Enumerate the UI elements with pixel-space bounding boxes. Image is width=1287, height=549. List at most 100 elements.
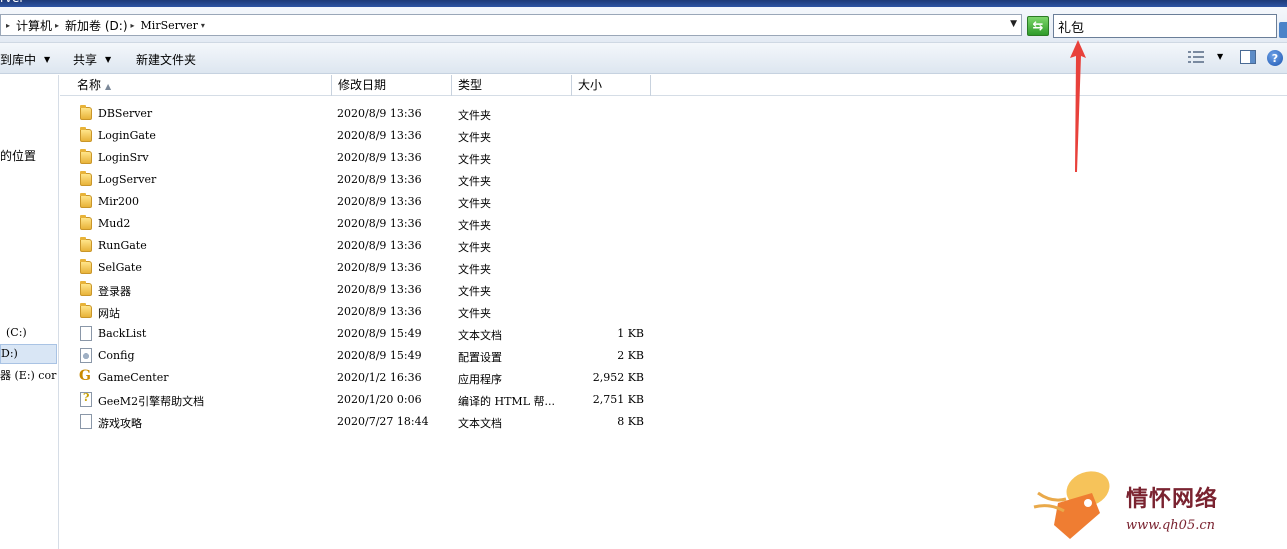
window-title-bar: rver xyxy=(0,0,1287,7)
file-type: 配置设置 xyxy=(458,351,502,364)
file-type: 应用程序 xyxy=(458,373,502,386)
file-type: 文件夹 xyxy=(458,175,491,188)
chevron-down-icon: ▼ xyxy=(44,55,51,64)
file-name: Mir200 xyxy=(98,195,140,208)
file-modified: 2020/8/9 13:36 xyxy=(337,129,422,142)
file-size: 8 KB xyxy=(617,415,644,428)
chevron-right-icon[interactable]: ▸ xyxy=(55,21,59,30)
file-row[interactable]: 网站 2020/8/9 13:36 文件夹 xyxy=(60,301,680,323)
file-name: RunGate xyxy=(98,239,147,252)
file-type: 文本文档 xyxy=(458,417,502,430)
view-options-dropdown[interactable]: ▼ xyxy=(1217,52,1223,61)
share-button[interactable]: 共享 ▼ xyxy=(73,51,111,68)
address-history-dropdown-icon[interactable]: ▼ xyxy=(1010,19,1017,29)
breadcrumb-item-mirserver[interactable]: MirServer ▾ xyxy=(141,19,209,32)
file-row[interactable]: GeeM2引擎帮助文档 2020/1/20 0:06 编译的 HTML 帮... 2,… xyxy=(60,389,680,411)
chevron-down-icon: ▼ xyxy=(1217,52,1224,61)
address-bar[interactable]: ▸ 计算机 ▸ 新加卷 (D:) ▸ MirServer ▾ ▼ xyxy=(0,14,1022,36)
refresh-icon: ⇆ xyxy=(1032,18,1044,34)
file-row[interactable]: SelGate 2020/8/9 13:36 文件夹 xyxy=(60,257,680,279)
file-name: GeeM2引擎帮助文档 xyxy=(98,395,205,408)
folder-icon xyxy=(80,105,92,120)
chevron-down-icon: ▼ xyxy=(105,55,112,64)
change-view-button[interactable] xyxy=(1188,50,1204,64)
file-name: Mud2 xyxy=(98,217,131,230)
file-name: LoginGate xyxy=(98,129,156,142)
chevron-right-icon: ▸ xyxy=(6,20,11,30)
file-type: 文件夹 xyxy=(458,197,491,210)
search-icon[interactable] xyxy=(1279,22,1287,38)
address-bar-area: ▸ 计算机 ▸ 新加卷 (D:) ▸ MirServer ▾ ▼ ⇆ xyxy=(0,7,1287,43)
file-type: 文件夹 xyxy=(458,241,491,254)
include-in-library-button[interactable]: 到库中 ▼ xyxy=(0,51,50,68)
file-type: 文件夹 xyxy=(458,307,491,320)
file-row[interactable]: RunGate 2020/8/9 13:36 文件夹 xyxy=(60,235,680,257)
file-modified: 2020/8/9 15:49 xyxy=(337,327,422,340)
folder-icon xyxy=(80,149,92,164)
file-name: 网站 xyxy=(98,307,120,320)
preview-pane-button[interactable] xyxy=(1240,50,1256,64)
help-file-icon xyxy=(80,391,92,407)
file-size: 2,751 KB xyxy=(592,393,644,406)
file-name: LoginSrv xyxy=(98,151,149,164)
file-row[interactable]: Mir200 2020/8/9 13:36 文件夹 xyxy=(60,191,680,213)
file-row[interactable]: LoginGate 2020/8/9 13:36 文件夹 xyxy=(60,125,680,147)
help-icon: ? xyxy=(1267,50,1283,66)
command-toolbar: 到库中 ▼ 共享 ▼ 新建文件夹 ▼ ? xyxy=(0,43,1287,74)
window-title: rver xyxy=(0,0,24,5)
file-row[interactable]: G GameCenter 2020/1/2 16:36 应用程序 2,952 KB xyxy=(60,367,680,389)
file-row[interactable]: DBServer 2020/8/9 13:36 文件夹 xyxy=(60,103,680,125)
search-box[interactable] xyxy=(1053,14,1277,38)
file-row[interactable]: Config 2020/8/9 15:49 配置设置 2 KB xyxy=(60,345,680,367)
file-name: BackList xyxy=(98,327,147,340)
file-row[interactable]: Mud2 2020/8/9 13:36 文件夹 xyxy=(60,213,680,235)
annotation-arrow xyxy=(1070,40,1086,172)
column-header-modified[interactable]: 修改日期 xyxy=(332,75,452,96)
folder-icon xyxy=(80,171,92,186)
file-size: 2 KB xyxy=(617,349,644,362)
column-header-size[interactable]: 大小 xyxy=(572,75,651,96)
file-type: 文件夹 xyxy=(458,285,491,298)
file-type: 文件夹 xyxy=(458,219,491,232)
file-type: 文件夹 xyxy=(458,153,491,166)
column-header-name[interactable]: 名称 ▲ xyxy=(70,75,332,96)
help-button[interactable]: ? xyxy=(1267,50,1283,66)
file-modified: 2020/1/20 0:06 xyxy=(337,393,422,406)
file-row[interactable]: LogServer 2020/8/9 13:36 文件夹 xyxy=(60,169,680,191)
nav-item-recent-places[interactable]: 的位置 xyxy=(0,147,36,164)
breadcrumb-root-arrow[interactable]: ▸ xyxy=(3,21,14,30)
breadcrumb-item-computer[interactable]: 计算机 ▸ xyxy=(16,17,63,34)
file-type: 编译的 HTML 帮... xyxy=(458,395,555,408)
nav-item-drive-d[interactable]: D:) xyxy=(0,344,57,364)
file-modified: 2020/1/2 16:36 xyxy=(337,371,422,384)
search-input[interactable] xyxy=(1058,18,1258,34)
refresh-button[interactable]: ⇆ xyxy=(1027,16,1049,36)
sort-up-icon: ▲ xyxy=(105,82,112,91)
nav-item-drive-e[interactable]: 器 (E:) cor xyxy=(0,367,56,383)
folder-icon xyxy=(80,303,92,318)
file-name: DBServer xyxy=(98,107,153,120)
folder-icon xyxy=(80,259,92,274)
file-type: 文件夹 xyxy=(458,109,491,122)
file-row[interactable]: 游戏攻略 2020/7/27 18:44 文本文档 8 KB xyxy=(60,411,680,433)
file-row[interactable]: 登录器 2020/8/9 13:36 文件夹 xyxy=(60,279,680,301)
file-modified: 2020/8/9 15:49 xyxy=(337,349,422,362)
breadcrumb-item-drive-d[interactable]: 新加卷 (D:) ▸ xyxy=(65,17,138,34)
file-modified: 2020/8/9 13:36 xyxy=(337,107,422,120)
column-header-row: 名称 ▲ 修改日期 类型 大小 xyxy=(60,75,1287,96)
chevron-right-icon[interactable]: ▸ xyxy=(131,21,135,30)
chevron-down-icon[interactable]: ▾ xyxy=(201,21,205,30)
folder-icon xyxy=(80,237,92,252)
file-size: 1 KB xyxy=(617,327,644,340)
file-row[interactable]: BackList 2020/8/9 15:49 文本文档 1 KB xyxy=(60,323,680,345)
file-row[interactable]: LoginSrv 2020/8/9 13:36 文件夹 xyxy=(60,147,680,169)
file-type: 文件夹 xyxy=(458,263,491,276)
file-type: 文件夹 xyxy=(458,131,491,144)
new-folder-button[interactable]: 新建文件夹 xyxy=(136,51,196,68)
folder-icon xyxy=(80,193,92,208)
column-header-type[interactable]: 类型 xyxy=(452,75,572,96)
file-name: 游戏攻略 xyxy=(98,417,142,430)
nav-item-drive-c[interactable]: (C:) xyxy=(6,326,27,339)
file-type: 文本文档 xyxy=(458,329,502,342)
file-modified: 2020/8/9 13:36 xyxy=(337,173,422,186)
